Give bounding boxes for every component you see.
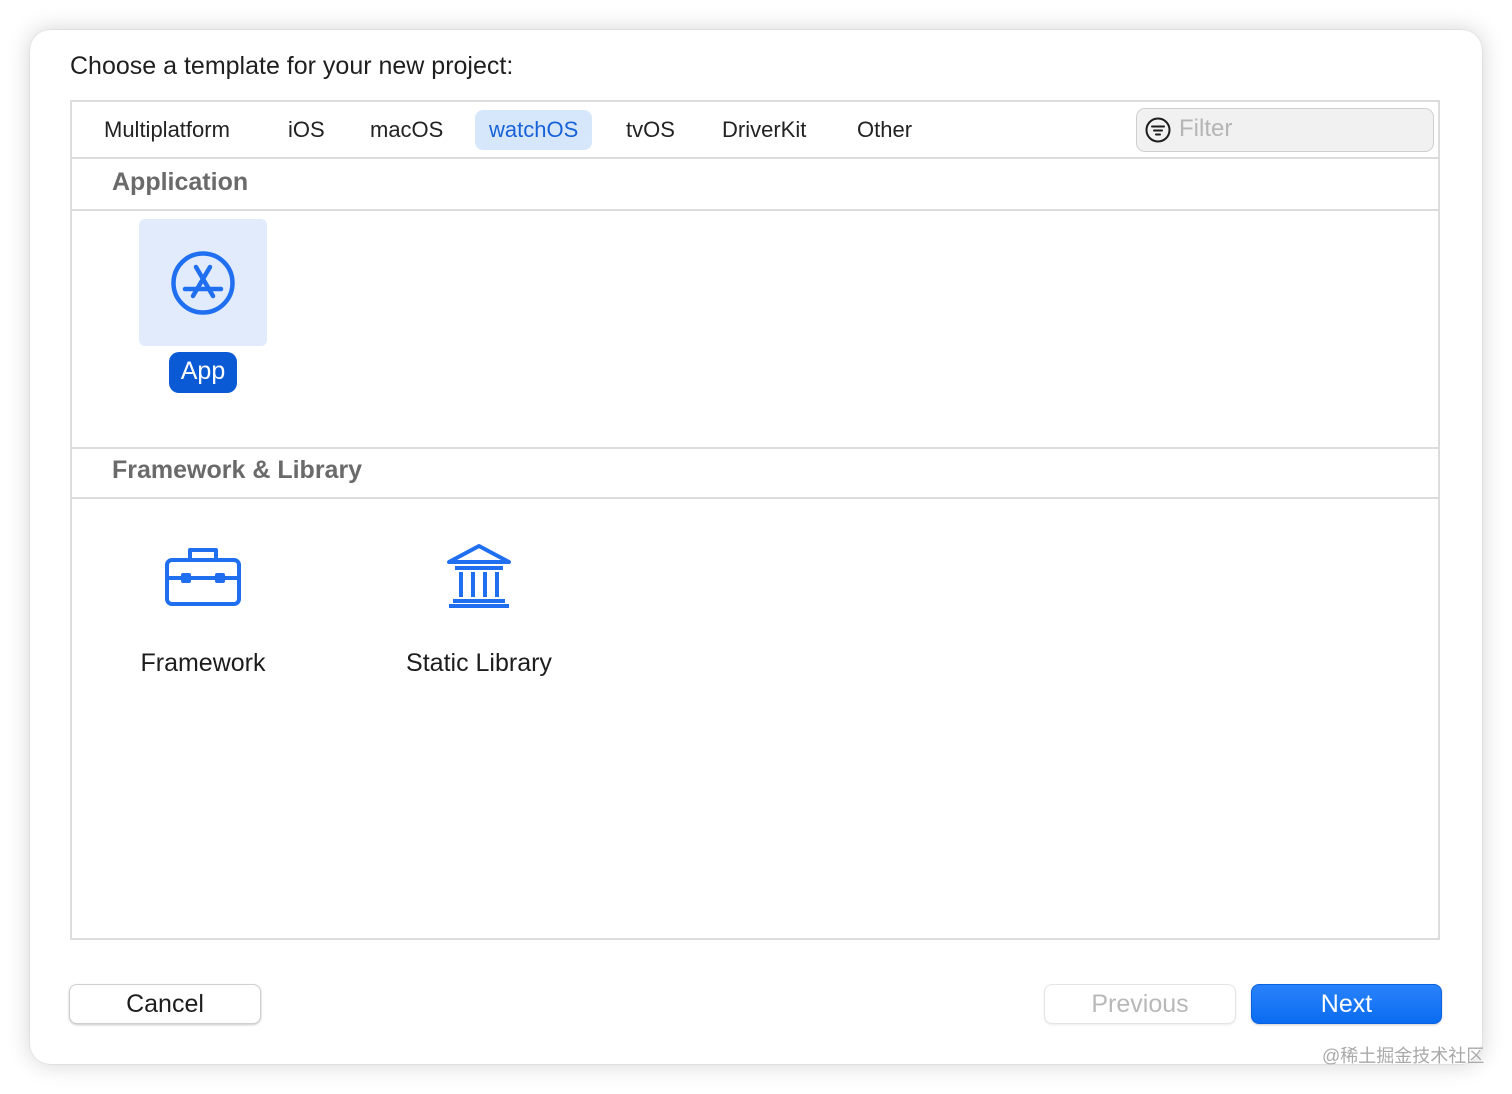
tab-macos[interactable]: macOS <box>356 110 457 150</box>
tab-multiplatform[interactable]: Multiplatform <box>90 110 244 150</box>
toolbox-icon <box>165 547 241 606</box>
section-title-application: Application <box>112 168 249 196</box>
template-panel: Multiplatform iOS macOS watchOS tvOS Dri… <box>70 100 1440 940</box>
template-chooser-dialog: Choose a template for your new project: … <box>30 30 1482 1064</box>
tab-ios[interactable]: iOS <box>274 110 339 150</box>
template-static-library[interactable]: Static Library <box>379 512 579 682</box>
section-header-framework-library: Framework & Library <box>72 447 1438 499</box>
next-button[interactable]: Next <box>1251 984 1442 1024</box>
template-static-library-icon-box <box>415 512 543 639</box>
watermark: @稀土掘金技术社区 <box>1322 1046 1485 1066</box>
template-app-icon-box <box>139 219 267 346</box>
filter-field[interactable] <box>1136 108 1434 152</box>
template-framework-label: Framework <box>140 649 266 677</box>
tab-watchos[interactable]: watchOS <box>475 110 593 150</box>
section-header-application: Application <box>72 159 1438 211</box>
template-framework[interactable]: Framework <box>103 512 303 682</box>
filter-icon <box>1145 117 1171 143</box>
template-static-library-label: Static Library <box>406 649 552 677</box>
template-app-label: App <box>168 352 238 393</box>
section-title-framework-library: Framework & Library <box>112 456 363 484</box>
template-app[interactable]: App <box>103 219 303 393</box>
tab-tvos[interactable]: tvOS <box>612 110 689 150</box>
previous-button[interactable]: Previous <box>1044 984 1236 1024</box>
cancel-button[interactable]: Cancel <box>69 984 261 1024</box>
dialog-title: Choose a template for your new project: <box>70 52 514 80</box>
tab-driverkit[interactable]: DriverKit <box>708 110 820 150</box>
library-icon <box>447 543 511 608</box>
filter-input[interactable] <box>1179 111 1419 147</box>
template-framework-icon-box <box>139 512 267 639</box>
tab-other[interactable]: Other <box>843 110 926 150</box>
app-store-icon <box>171 250 235 315</box>
platform-tab-bar: Multiplatform iOS macOS watchOS tvOS Dri… <box>72 102 1438 159</box>
